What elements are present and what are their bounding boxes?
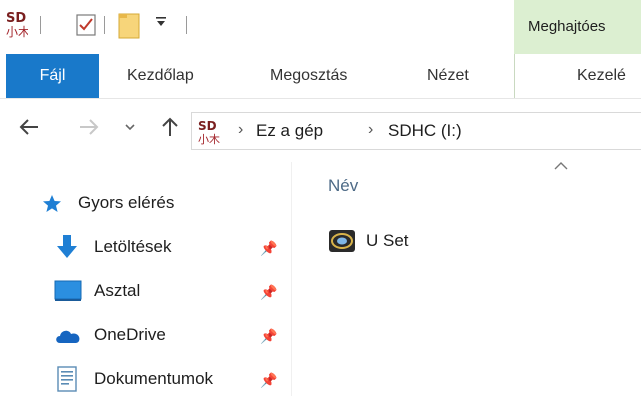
pin-icon[interactable]: 📌 [260, 372, 277, 389]
tab-manage-region: Kezelé [514, 54, 641, 98]
pin-icon[interactable]: 📌 [260, 328, 277, 345]
file-name: U Set [366, 231, 409, 250]
sort-ascending-icon[interactable] [554, 158, 568, 176]
sd-logo-icon[interactable]: SD 小木 [6, 10, 30, 43]
svg-text:小木: 小木 [198, 133, 220, 145]
svg-text:SD: SD [6, 11, 26, 26]
column-header-name[interactable]: Név [328, 176, 358, 196]
pin-icon[interactable]: 📌 [260, 240, 277, 257]
nav-item-label: Gyors elérés [78, 193, 175, 212]
tab-file[interactable]: Fájl [6, 54, 99, 98]
customize-dropdown-icon[interactable] [155, 14, 167, 35]
new-folder-icon[interactable] [118, 12, 140, 45]
pane-divider[interactable] [291, 162, 292, 396]
breadcrumb-separator-icon[interactable]: › [238, 121, 243, 139]
toolbar-separator [104, 16, 105, 34]
toolbar-separator [40, 16, 41, 34]
address-bar[interactable]: SD 小木 › Ez a gép › SDHC (I:) [191, 112, 641, 150]
pin-icon[interactable]: 📌 [260, 284, 277, 301]
up-arrow-icon[interactable] [160, 116, 180, 145]
navigation-bar: SD 小木 › Ez a gép › SDHC (I:) [0, 100, 641, 162]
star-icon [43, 195, 61, 212]
context-tab-label: Meghajtóes [528, 18, 606, 35]
documents-icon [57, 366, 77, 392]
tab-share[interactable]: Megosztás [270, 54, 347, 98]
nav-item-downloads[interactable]: Letöltések 📌 [54, 232, 282, 262]
nav-item-onedrive[interactable]: OneDrive 📌 [54, 320, 282, 350]
nav-item-desktop[interactable]: Asztal 📌 [54, 276, 282, 306]
application-icon [329, 230, 355, 252]
tab-home[interactable]: Kezdőlap [127, 54, 194, 98]
forward-arrow-icon[interactable] [78, 116, 100, 145]
breadcrumb-this-pc[interactable]: Ez a gép [256, 121, 323, 141]
onedrive-icon [56, 330, 80, 343]
svg-text:SD: SD [198, 119, 217, 133]
ribbon-tabs: Fájl Kezdőlap Megosztás Nézet Kezelé [0, 54, 641, 99]
drive-tools-context-tab[interactable]: Meghajtóes [514, 0, 641, 54]
toolbar-separator [186, 16, 187, 34]
nav-item-label: Asztal [94, 281, 141, 300]
nav-item-label: OneDrive [94, 325, 166, 344]
tab-manage[interactable]: Kezelé [577, 54, 626, 98]
svg-text:小木: 小木 [6, 25, 28, 38]
back-arrow-icon[interactable] [18, 116, 40, 145]
breadcrumb-sdhc-drive[interactable]: SDHC (I:) [388, 121, 462, 141]
recent-locations-icon[interactable] [124, 116, 136, 145]
sd-logo-icon: SD 小木 [198, 119, 220, 150]
title-bar: SD 小木 Meghajtóes [0, 0, 641, 54]
breadcrumb-separator-icon[interactable]: › [368, 121, 373, 139]
nav-item-label: Dokumentumok [94, 369, 214, 388]
tab-view[interactable]: Nézet [427, 54, 469, 98]
navigation-pane: Gyors elérés Letöltések 📌 Asztal 📌 OneDr… [0, 162, 291, 396]
desktop-icon [54, 280, 82, 301]
nav-item-label: Letöltések [94, 237, 172, 256]
properties-check-icon[interactable] [76, 14, 96, 41]
nav-item-documents[interactable]: Dokumentumok 📌 [54, 364, 282, 394]
download-icon [57, 235, 77, 258]
